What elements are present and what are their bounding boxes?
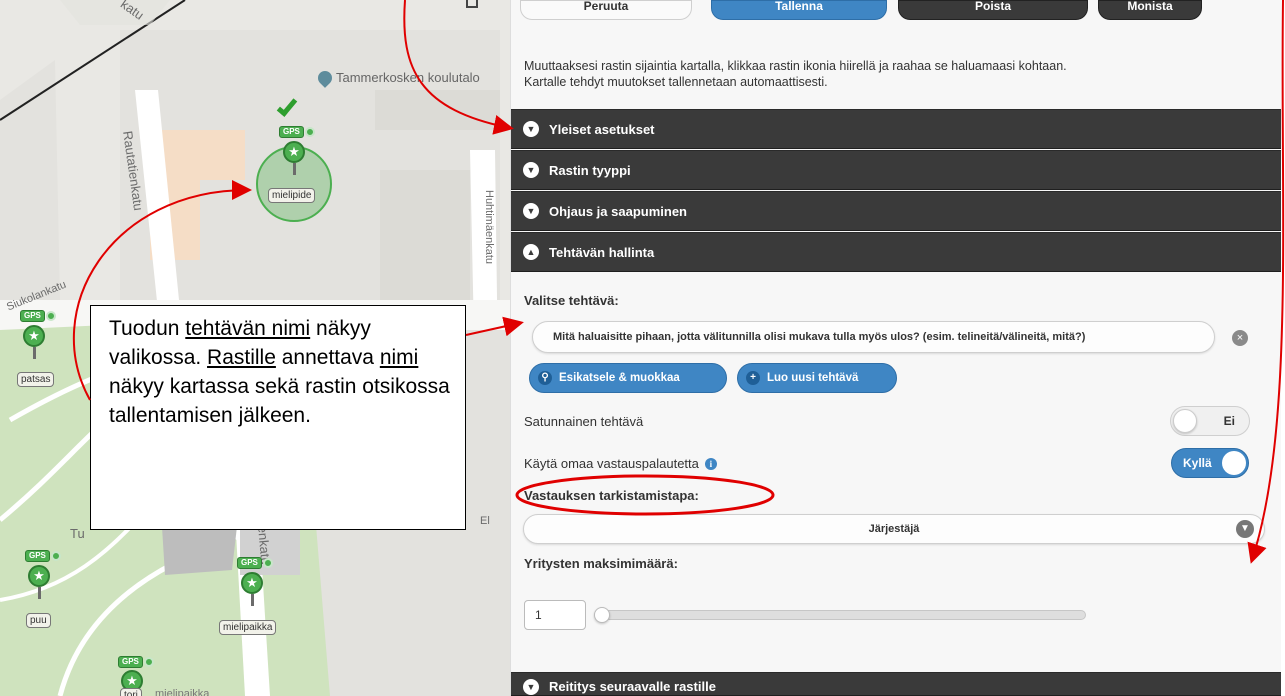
marker-label-mielipide[interactable]: mielipide bbox=[268, 188, 316, 203]
gps-badge: GPS bbox=[20, 310, 45, 322]
map-pin-icon bbox=[315, 67, 335, 88]
gps-dot bbox=[46, 311, 56, 321]
max-attempts-slider[interactable] bbox=[598, 610, 1086, 620]
random-task-label: Satunnainen tehtävä bbox=[524, 414, 643, 429]
new-task-label: Luo uusi tehtävä bbox=[767, 372, 859, 384]
toggle-knob bbox=[1173, 409, 1197, 433]
star-icon[interactable]: ★ bbox=[283, 141, 305, 163]
gps-badge: GPS bbox=[279, 126, 304, 138]
callout-text-3: annettava bbox=[275, 346, 380, 369]
own-feedback-toggle[interactable]: Kyllä bbox=[1171, 448, 1249, 478]
info-line-1: Muuttaaksesi rastin sijaintia kartalla, … bbox=[524, 59, 1067, 73]
panel-edge bbox=[1281, 0, 1285, 696]
map[interactable]: katu Rautatienkatu Huhtimäenkatu Siukola… bbox=[0, 0, 510, 696]
new-task-button[interactable]: + Luo uusi tehtävä bbox=[737, 363, 897, 393]
selected-task-text: Mitä haluaisitte pihaan, jotta välitunni… bbox=[553, 331, 1086, 343]
street-label-el: El bbox=[480, 515, 490, 527]
info-line-2: Kartalle tehdyt muutokset tallennetaan a… bbox=[524, 75, 828, 89]
task-select[interactable]: Mitä haluaisitte pihaan, jotta välitunni… bbox=[532, 321, 1215, 353]
chevron-up-icon: ▲ bbox=[523, 244, 539, 260]
street-label-huhtimaenkatu: Huhtimäenkatu bbox=[483, 190, 495, 264]
chevron-down-icon: ▼ bbox=[523, 162, 539, 178]
chevron-down-icon: ▼ bbox=[523, 203, 539, 219]
annotation-callout: Tuodun tehtävän nimi näkyy valikossa. Ra… bbox=[90, 305, 466, 530]
marker-label-mielipaikka[interactable]: mielipaikka bbox=[219, 620, 277, 635]
toggle-knob bbox=[1222, 451, 1246, 475]
pin-stem bbox=[38, 587, 41, 599]
toggle-value: Ei bbox=[1223, 414, 1235, 428]
check-method-select[interactable]: Järjestäjä bbox=[523, 514, 1265, 544]
callout-underline-nimi: nimi bbox=[379, 346, 419, 369]
callout-underline-task-name: tehtävän nimi bbox=[185, 317, 311, 340]
chevron-down-icon: ▼ bbox=[523, 121, 539, 137]
random-task-text: Satunnainen tehtävä bbox=[524, 414, 644, 429]
poi-tammerkosken-koulutalo[interactable]: Tammerkosken koulutalo bbox=[315, 67, 480, 88]
fullscreen-icon[interactable] bbox=[466, 0, 478, 8]
marker-label-puu[interactable]: puu bbox=[26, 613, 51, 628]
pin-stem bbox=[293, 163, 296, 175]
check-method-value: Järjestäjä bbox=[868, 523, 920, 535]
section-title: Reititys seuraavalle rastille bbox=[549, 679, 716, 694]
preview-edit-button[interactable]: ⚲ Esikatsele & muokkaa bbox=[529, 363, 727, 393]
poi-name: Tammerkosken koulutalo bbox=[336, 70, 480, 85]
gps-dot bbox=[51, 551, 61, 561]
callout-underline-rastille: Rastille bbox=[207, 346, 276, 369]
section-routing[interactable]: ▼ Reititys seuraavalle rastille bbox=[511, 672, 1281, 696]
partial-marker-label: mielipaikka bbox=[155, 688, 210, 696]
chevron-down-icon[interactable]: ▼ bbox=[1236, 520, 1254, 538]
plus-icon: + bbox=[746, 371, 760, 385]
info-icon[interactable]: i bbox=[704, 457, 717, 470]
section-task-management[interactable]: ▲ Tehtävän hallinta bbox=[511, 232, 1281, 272]
pin-stem bbox=[33, 347, 36, 359]
select-task-label: Valitse tehtävä: bbox=[524, 293, 619, 308]
gps-dot bbox=[144, 657, 154, 667]
section-title: Yleiset asetukset bbox=[549, 121, 655, 137]
info-text: Muuttaaksesi rastin sijaintia kartalla, … bbox=[524, 58, 1269, 90]
star-icon[interactable]: ★ bbox=[241, 572, 263, 594]
star-icon[interactable]: ★ bbox=[23, 325, 45, 347]
pin-stem bbox=[251, 594, 254, 606]
callout-text-4: näkyy kartassa sekä rastin otsikossa tal… bbox=[109, 375, 450, 427]
check-method-label: Vastauksen tarkistamistapa: bbox=[524, 488, 699, 503]
street-label-tu: Tu bbox=[70, 526, 85, 541]
section-title: Ohjaus ja saapuminen bbox=[549, 203, 687, 219]
max-attempts-label: Yritysten maksimimäärä: bbox=[524, 556, 678, 571]
own-feedback-text: Käytä omaa vastauspalautetta bbox=[524, 456, 699, 471]
preview-edit-label: Esikatsele & muokkaa bbox=[559, 372, 680, 384]
own-feedback-label: Käytä omaa vastauspalautetta i bbox=[524, 456, 717, 471]
gps-dot bbox=[305, 127, 315, 137]
section-title: Tehtävän hallinta bbox=[549, 244, 655, 260]
marker-label-patsas[interactable]: patsas bbox=[17, 372, 55, 387]
section-checkpoint-type[interactable]: ▼ Rastin tyyppi bbox=[511, 150, 1281, 190]
section-guidance[interactable]: ▼ Ohjaus ja saapuminen bbox=[511, 191, 1281, 231]
toggle-value: Kyllä bbox=[1183, 456, 1212, 470]
gps-badge: GPS bbox=[25, 550, 50, 562]
gps-dot bbox=[263, 558, 273, 568]
section-general-settings[interactable]: ▼ Yleiset asetukset bbox=[511, 109, 1281, 149]
delete-button[interactable]: Poista bbox=[898, 0, 1088, 20]
clear-icon[interactable]: × bbox=[1232, 330, 1248, 346]
duplicate-button[interactable]: Monista bbox=[1098, 0, 1202, 20]
search-icon: ⚲ bbox=[538, 371, 552, 385]
marker-label-tori[interactable]: tori bbox=[120, 688, 142, 696]
cancel-button[interactable]: Peruuta bbox=[520, 0, 692, 20]
slider-handle[interactable] bbox=[594, 607, 610, 623]
callout-text-1: Tuodun bbox=[109, 317, 186, 340]
section-title: Rastin tyyppi bbox=[549, 162, 631, 178]
max-attempts-input[interactable]: 1 bbox=[524, 600, 586, 630]
chevron-down-icon: ▼ bbox=[523, 679, 539, 695]
gps-badge: GPS bbox=[237, 557, 262, 569]
random-task-toggle[interactable]: Ei bbox=[1170, 406, 1250, 436]
gps-badge: GPS bbox=[118, 656, 143, 668]
save-button[interactable]: Tallenna bbox=[711, 0, 887, 20]
star-icon[interactable]: ★ bbox=[28, 565, 50, 587]
